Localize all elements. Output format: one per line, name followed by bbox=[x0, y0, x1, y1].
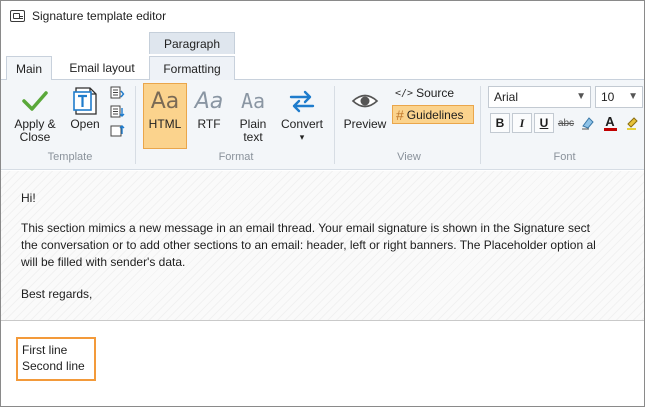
signature-editor-window: Signature template editor Paragraph Main… bbox=[0, 0, 645, 407]
open-template-icon bbox=[68, 84, 102, 118]
font-color-icon: A bbox=[605, 113, 615, 129]
ribbon-tab-row: Main Email layout Formatting bbox=[1, 54, 644, 81]
chevron-down-icon: ▼ bbox=[628, 91, 638, 102]
window-title: Signature template editor bbox=[32, 9, 167, 23]
eye-icon bbox=[348, 84, 382, 118]
template-group-label: Template bbox=[47, 151, 93, 163]
apply-close-button[interactable]: Apply & Close bbox=[9, 84, 61, 144]
code-icon: </> bbox=[395, 87, 414, 99]
plain-text-format-button[interactable]: Aa Plain text bbox=[233, 84, 273, 144]
signature-edit-area[interactable]: First line Second line bbox=[1, 322, 644, 406]
closing-text: Best regards, bbox=[21, 287, 93, 301]
tab-email-layout[interactable]: Email layout bbox=[61, 56, 143, 80]
plain-text-format-glyph: Aa bbox=[240, 89, 266, 113]
apply-close-label-line2: Close bbox=[19, 130, 51, 144]
preview-button[interactable]: Preview bbox=[341, 84, 389, 131]
signature-app-icon bbox=[10, 10, 25, 22]
font-size-value: 10 bbox=[601, 90, 615, 104]
chevron-down-icon: ▼ bbox=[576, 91, 586, 102]
italic-button[interactable]: I bbox=[512, 113, 532, 133]
open-button[interactable]: Open bbox=[65, 84, 105, 131]
rtf-format-button[interactable]: Aa RTF bbox=[190, 84, 228, 131]
guidelines-button[interactable]: # Guidelines bbox=[392, 105, 474, 124]
font-name-value: Arial bbox=[494, 90, 519, 104]
clear-formatting-icon[interactable] bbox=[578, 113, 598, 133]
title-bar: Signature template editor bbox=[1, 1, 644, 31]
plain-label-line2: text bbox=[243, 130, 263, 144]
tab-formatting[interactable]: Formatting bbox=[149, 56, 235, 80]
tab-main[interactable]: Main bbox=[6, 56, 52, 81]
convert-button[interactable]: Convert ▾ bbox=[277, 84, 327, 144]
group-divider bbox=[334, 86, 335, 164]
font-group-label: Font bbox=[553, 151, 576, 163]
font-name-select[interactable]: Arial ▼ bbox=[488, 86, 591, 108]
body-text-line3: will be filled with sender's data. bbox=[21, 255, 186, 269]
group-divider bbox=[480, 86, 481, 164]
highlight-icon[interactable] bbox=[622, 113, 642, 133]
template-list-icon[interactable] bbox=[110, 86, 125, 100]
source-button[interactable]: </> Source bbox=[395, 86, 454, 100]
bold-button[interactable]: B bbox=[490, 113, 510, 133]
font-color-swatch bbox=[603, 127, 617, 131]
html-label: HTML bbox=[148, 117, 182, 131]
context-tab-group-paragraph: Paragraph bbox=[149, 32, 235, 54]
font-size-select[interactable]: 10 ▼ bbox=[595, 86, 643, 108]
convert-dropdown-arrow: ▾ bbox=[299, 132, 305, 142]
group-divider bbox=[135, 86, 136, 164]
template-save-icon[interactable] bbox=[110, 105, 125, 119]
greeting-text: Hi! bbox=[21, 191, 36, 205]
signature-block[interactable]: First line Second line bbox=[16, 337, 96, 381]
body-text-line1: This section mimics a new message in an … bbox=[21, 221, 590, 235]
view-group-label: View bbox=[397, 151, 421, 163]
rtf-format-glyph: Aa bbox=[194, 88, 224, 114]
grid-icon: # bbox=[396, 106, 404, 123]
body-text-line2: the conversation or to add other section… bbox=[21, 238, 596, 252]
rtf-label: RTF bbox=[197, 117, 221, 131]
font-color-button[interactable]: A bbox=[600, 113, 620, 133]
format-group-label: Format bbox=[218, 151, 254, 163]
underline-button[interactable]: U bbox=[534, 113, 554, 133]
convert-arrows-icon bbox=[285, 84, 319, 118]
source-label: Source bbox=[416, 86, 455, 100]
guidelines-label: Guidelines bbox=[406, 107, 464, 122]
signature-line-2[interactable]: Second line bbox=[22, 358, 94, 374]
html-format-glyph: Aa bbox=[150, 88, 180, 114]
convert-label: Convert bbox=[280, 117, 324, 131]
checkmark-icon bbox=[18, 84, 52, 118]
html-format-button[interactable]: Aa HTML bbox=[143, 83, 187, 149]
message-preview-area[interactable]: Hi! This section mimics a new message in… bbox=[1, 171, 644, 321]
template-export-icon[interactable] bbox=[110, 124, 125, 138]
open-label: Open bbox=[70, 117, 100, 131]
signature-line-1[interactable]: First line bbox=[22, 342, 94, 358]
preview-label: Preview bbox=[343, 117, 387, 131]
strikethrough-button[interactable]: abc bbox=[556, 113, 576, 133]
